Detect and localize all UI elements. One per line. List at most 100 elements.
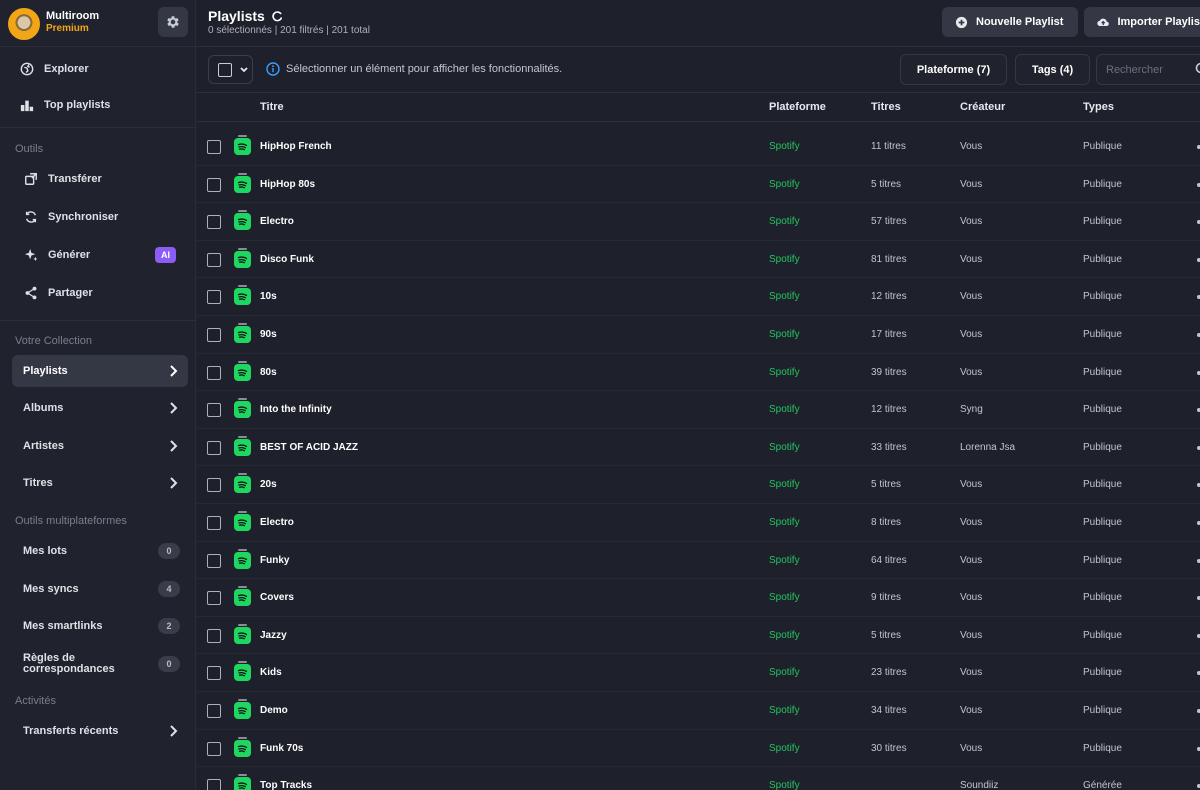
table-row[interactable]: Electro Spotify 8 titres Vous Publique	[196, 504, 1200, 542]
select-all-checkbox[interactable]	[218, 63, 232, 77]
table-row[interactable]: Jazzy Spotify 5 titres Vous Publique	[196, 617, 1200, 655]
playlist-creator: Vous	[960, 366, 983, 378]
row-checkbox[interactable]	[207, 779, 221, 790]
playlist-title[interactable]: Funk 70s	[260, 743, 303, 754]
refresh-icon[interactable]	[271, 10, 283, 22]
avatar	[8, 8, 40, 40]
sidebar-item-sync[interactable]: Synchroniser	[12, 201, 188, 233]
tags-filter-button[interactable]: Tags (4)	[1015, 54, 1090, 85]
table-row[interactable]: Covers Spotify 9 titres Vous Publique	[196, 579, 1200, 617]
spotify-icon	[234, 135, 251, 155]
sidebar-item-batches[interactable]: Mes lots 0	[12, 535, 188, 567]
table-row[interactable]: Electro Spotify 57 titres Vous Publique	[196, 203, 1200, 241]
playlist-platform: Spotify	[769, 178, 800, 190]
row-checkbox[interactable]	[207, 403, 221, 418]
row-checkbox[interactable]	[207, 703, 221, 718]
sidebar-item-recent-transfers[interactable]: Transferts récents	[12, 715, 188, 747]
table-row[interactable]: Demo Spotify 34 titres Vous Publique	[196, 692, 1200, 730]
playlist-title[interactable]: Top Tracks	[260, 780, 312, 790]
table-row[interactable]: Disco Funk Spotify 81 titres Vous Publique	[196, 241, 1200, 279]
playlist-track-count: 5 titres	[871, 629, 902, 641]
row-checkbox[interactable]	[207, 553, 221, 568]
column-header-platform[interactable]: Plateforme	[769, 101, 826, 113]
playlist-title[interactable]: Covers	[260, 592, 294, 603]
row-checkbox[interactable]	[207, 215, 221, 230]
search-box[interactable]	[1096, 54, 1200, 85]
playlist-title[interactable]: Electro	[260, 517, 294, 528]
table-row[interactable]: Into the Infinity Spotify 12 titres Syng Pub…	[196, 391, 1200, 429]
playlist-title[interactable]: 20s	[260, 479, 277, 490]
playlist-title[interactable]: HipHop French	[260, 141, 332, 152]
settings-button[interactable]	[158, 7, 188, 37]
row-checkbox[interactable]	[207, 591, 221, 606]
playlist-track-count: 12 titres	[871, 404, 907, 416]
playlist-title[interactable]: Into the Infinity	[260, 404, 332, 415]
table-row[interactable]: Funk 70s Spotify 30 titres Vous Publique	[196, 730, 1200, 768]
table-row[interactable]: Funky Spotify 64 titres Vous Publique	[196, 542, 1200, 580]
row-checkbox[interactable]	[207, 177, 221, 192]
table-row[interactable]: HipHop 80s Spotify 5 titres Vous Publique	[196, 166, 1200, 204]
playlist-title[interactable]: Electro	[260, 216, 294, 227]
column-header-title[interactable]: Titre	[260, 101, 284, 113]
sidebar-item-tracks[interactable]: Titres	[12, 467, 188, 499]
selection-summary: 0 sélectionnés | 201 filtrés | 201 total	[208, 25, 370, 36]
playlist-title[interactable]: BEST OF ACID JAZZ	[260, 442, 358, 453]
column-header-creator[interactable]: Créateur	[960, 101, 1005, 113]
column-header-types[interactable]: Types	[1083, 101, 1114, 113]
row-checkbox[interactable]	[207, 140, 221, 154]
sidebar-item-matching-rules[interactable]: Règles de correspondances 0	[12, 646, 188, 682]
sidebar-item-artists[interactable]: Artistes	[12, 430, 188, 462]
sidebar-item-share[interactable]: Partager	[12, 277, 188, 309]
new-playlist-button[interactable]: Nouvelle Playlist	[942, 7, 1078, 37]
row-checkbox[interactable]	[207, 365, 221, 380]
table-row[interactable]: Top Tracks Spotify Soundiiz Générée	[196, 767, 1200, 790]
row-checkbox[interactable]	[207, 515, 221, 530]
row-checkbox[interactable]	[207, 290, 221, 305]
playlist-title[interactable]: Demo	[260, 705, 288, 716]
playlist-title[interactable]: Disco Funk	[260, 254, 314, 265]
table-row[interactable]: HipHop French Spotify 11 titres Vous Publiqu…	[196, 128, 1200, 166]
sidebar-item-generate[interactable]: Générer AI	[12, 239, 188, 271]
row-checkbox[interactable]	[207, 440, 221, 455]
table-row[interactable]: 90s Spotify 17 titres Vous Publique	[196, 316, 1200, 354]
row-checkbox[interactable]	[207, 666, 221, 681]
sidebar-item-playlists[interactable]: Playlists	[12, 355, 188, 387]
playlist-creator: Vous	[960, 629, 983, 641]
playlist-title[interactable]: Funky	[260, 555, 289, 566]
playlist-title[interactable]: 10s	[260, 291, 277, 302]
sidebar-item-label: Mes syncs	[23, 583, 79, 595]
sidebar-item-albums[interactable]: Albums	[12, 392, 188, 424]
platform-filter-button[interactable]: Plateforme (7)	[900, 54, 1007, 85]
row-checkbox[interactable]	[207, 327, 221, 342]
select-all-dropdown[interactable]	[208, 55, 253, 84]
table-row[interactable]: 80s Spotify 39 titres Vous Publique	[196, 354, 1200, 392]
section-label-multiplatform: Outils multiplateformes	[15, 515, 127, 527]
playlist-title[interactable]: 90s	[260, 329, 277, 340]
import-playlist-button[interactable]: Importer Playlis	[1084, 7, 1200, 37]
row-checkbox[interactable]	[207, 478, 221, 493]
playlist-title[interactable]: Jazzy	[260, 630, 287, 641]
playlist-title[interactable]: Kids	[260, 667, 282, 678]
search-icon[interactable]	[1195, 62, 1200, 76]
sidebar-item-syncs[interactable]: Mes syncs 4	[12, 573, 188, 605]
table-row[interactable]: Kids Spotify 23 titres Vous Publique	[196, 654, 1200, 692]
table-row[interactable]: 20s Spotify 5 titres Vous Publique	[196, 466, 1200, 504]
sidebar-item-smartlinks[interactable]: Mes smartlinks 2	[12, 610, 188, 642]
search-input[interactable]	[1097, 55, 1200, 84]
playlist-creator: Vous	[960, 667, 983, 679]
chevron-right-icon	[170, 477, 178, 489]
table-row[interactable]: 10s Spotify 12 titres Vous Publique	[196, 278, 1200, 316]
playlist-title[interactable]: HipHop 80s	[260, 179, 315, 190]
column-header-tracks[interactable]: Titres	[871, 101, 901, 113]
playlist-platform: Spotify	[769, 253, 800, 265]
playlist-title[interactable]: 80s	[260, 367, 277, 378]
sidebar-item-explorer[interactable]: Explorer	[12, 53, 188, 85]
row-checkbox[interactable]	[207, 741, 221, 756]
sidebar-item-top-playlists[interactable]: Top playlists	[12, 89, 188, 121]
row-checkbox[interactable]	[207, 628, 221, 643]
playlist-type: Publique	[1083, 441, 1122, 453]
sidebar-item-transfer[interactable]: Transférer	[12, 163, 188, 195]
table-row[interactable]: BEST OF ACID JAZZ Spotify 33 titres Lorenna…	[196, 429, 1200, 467]
brand-name: Multiroom	[46, 10, 100, 22]
row-checkbox[interactable]	[207, 252, 221, 267]
